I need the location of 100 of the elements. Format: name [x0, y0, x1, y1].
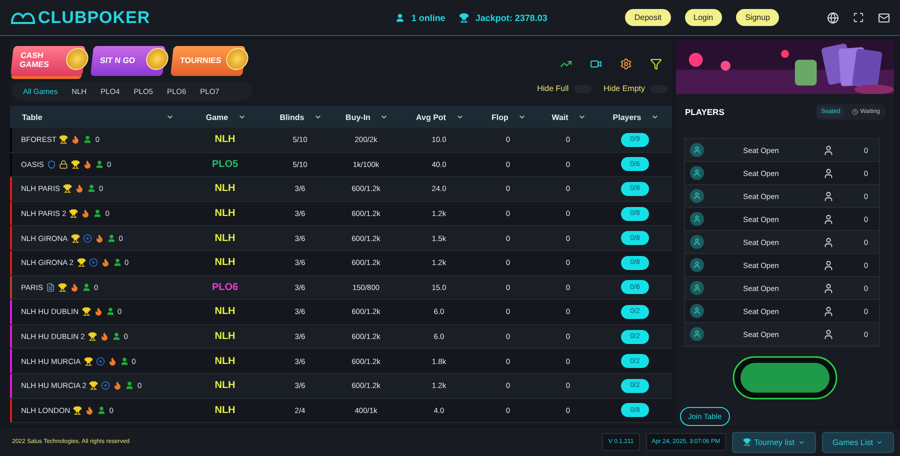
chevron-down-icon[interactable]	[578, 113, 586, 121]
person-icon	[112, 258, 122, 268]
jackpot: Jackpot: 2378.03	[475, 12, 548, 22]
flame-icon	[100, 258, 110, 268]
shield-icon	[46, 160, 56, 169]
trophy-icon	[88, 332, 97, 342]
chevron-down-icon[interactable]	[651, 113, 660, 121]
person-icon	[822, 306, 834, 317]
chevron-down-icon[interactable]	[380, 113, 388, 121]
avatar-icon	[690, 304, 704, 318]
column-header[interactable]: Buy-In	[346, 112, 370, 122]
game-type-button[interactable]: SIT N GO	[90, 46, 166, 76]
footer-menu-button[interactable]: Games List	[822, 432, 894, 452]
person-icon	[120, 356, 129, 366]
person-icon	[87, 184, 96, 194]
flame-icon	[75, 184, 84, 194]
trophy-icon	[70, 160, 80, 169]
trophy-icon	[73, 406, 82, 415]
trophy-icon	[459, 12, 470, 22]
settings-icon[interactable]	[620, 58, 632, 70]
game-type: NLH	[214, 208, 236, 220]
flame-icon	[85, 406, 94, 415]
trophy-icon	[84, 356, 93, 366]
avatar-icon	[690, 143, 704, 158]
user-icon	[395, 12, 406, 22]
person-icon	[822, 214, 834, 225]
game-type: NLH	[214, 232, 236, 244]
header-button[interactable]: Signup	[736, 9, 779, 26]
person-icon	[93, 209, 102, 218]
disc-icon	[101, 381, 110, 390]
flame-icon	[113, 381, 122, 390]
column-header[interactable]: Game	[206, 112, 228, 122]
game-type: NLH	[214, 404, 236, 416]
person-icon	[822, 168, 834, 179]
toggle-label: Hide Empty	[604, 84, 645, 93]
person-icon	[82, 282, 91, 292]
game-type: PLO6	[210, 282, 240, 293]
person-icon	[125, 381, 134, 390]
column-header[interactable]: Wait	[552, 112, 568, 122]
disc-icon	[88, 258, 98, 268]
game-type: NLH	[214, 134, 236, 146]
person-icon	[822, 144, 834, 156]
chevron-down-icon[interactable]	[518, 113, 526, 121]
flame-icon	[81, 209, 90, 218]
avatar-icon	[690, 189, 704, 204]
person-icon	[97, 406, 106, 415]
footer-menu-button[interactable]: Tourney list	[732, 432, 816, 452]
flame-icon	[71, 135, 80, 144]
avatar-icon	[690, 235, 704, 250]
avatar-icon	[690, 166, 704, 180]
game-type: NLH	[214, 356, 236, 367]
avatar-icon	[690, 212, 704, 226]
trend-icon[interactable]	[560, 58, 572, 70]
flame-icon	[108, 356, 117, 366]
column-header[interactable]: Players	[612, 112, 642, 122]
person-icon	[822, 260, 834, 271]
game-type: NLH	[214, 306, 236, 318]
disc-icon	[82, 234, 92, 243]
header-button[interactable]: Login	[684, 9, 722, 26]
logo: CLUBPOKER	[38, 8, 150, 28]
game-type: NLH	[214, 183, 236, 194]
flame-icon	[94, 307, 103, 316]
column-header[interactable]: Flop	[492, 112, 508, 122]
chevron-down-icon[interactable]	[166, 113, 174, 121]
avatar-icon	[690, 281, 704, 296]
game-type: PLO5	[210, 158, 240, 170]
filter-icon[interactable]	[650, 58, 662, 70]
chevron-down-icon[interactable]	[314, 113, 322, 121]
game-type: NLH	[214, 257, 236, 268]
trophy-icon	[58, 282, 67, 292]
flame-icon	[82, 160, 92, 169]
chevron-down-icon[interactable]	[456, 113, 464, 121]
person-icon	[822, 236, 834, 248]
trophy-icon	[69, 209, 78, 218]
lock-icon	[58, 160, 68, 169]
person-icon	[822, 328, 834, 340]
fullscreen-icon[interactable]	[853, 12, 864, 23]
trophy-icon	[76, 258, 86, 268]
header-button[interactable]: Deposit	[625, 9, 670, 26]
globe-icon[interactable]	[827, 12, 839, 24]
trophy-icon	[89, 381, 98, 390]
column-header[interactable]: Table	[22, 112, 42, 122]
person-icon	[83, 135, 92, 144]
person-icon	[106, 234, 116, 243]
column-header[interactable]: Avg Pot	[416, 112, 446, 122]
trophy-icon	[743, 438, 752, 446]
toggle-label: Hide Full	[537, 84, 569, 93]
flame-icon	[100, 332, 109, 342]
game-type: NLH	[214, 380, 236, 392]
person-icon	[94, 160, 104, 169]
caret-icon	[798, 438, 805, 446]
video-icon[interactable]	[590, 58, 602, 70]
chevron-down-icon[interactable]	[238, 113, 246, 121]
mail-icon[interactable]	[878, 12, 890, 24]
disc-icon	[96, 356, 105, 366]
caret-icon	[876, 438, 883, 446]
game-type: NLH	[214, 331, 236, 342]
trophy-icon	[82, 307, 91, 316]
flame-icon	[94, 234, 104, 243]
column-header[interactable]: Blinds	[280, 112, 304, 122]
